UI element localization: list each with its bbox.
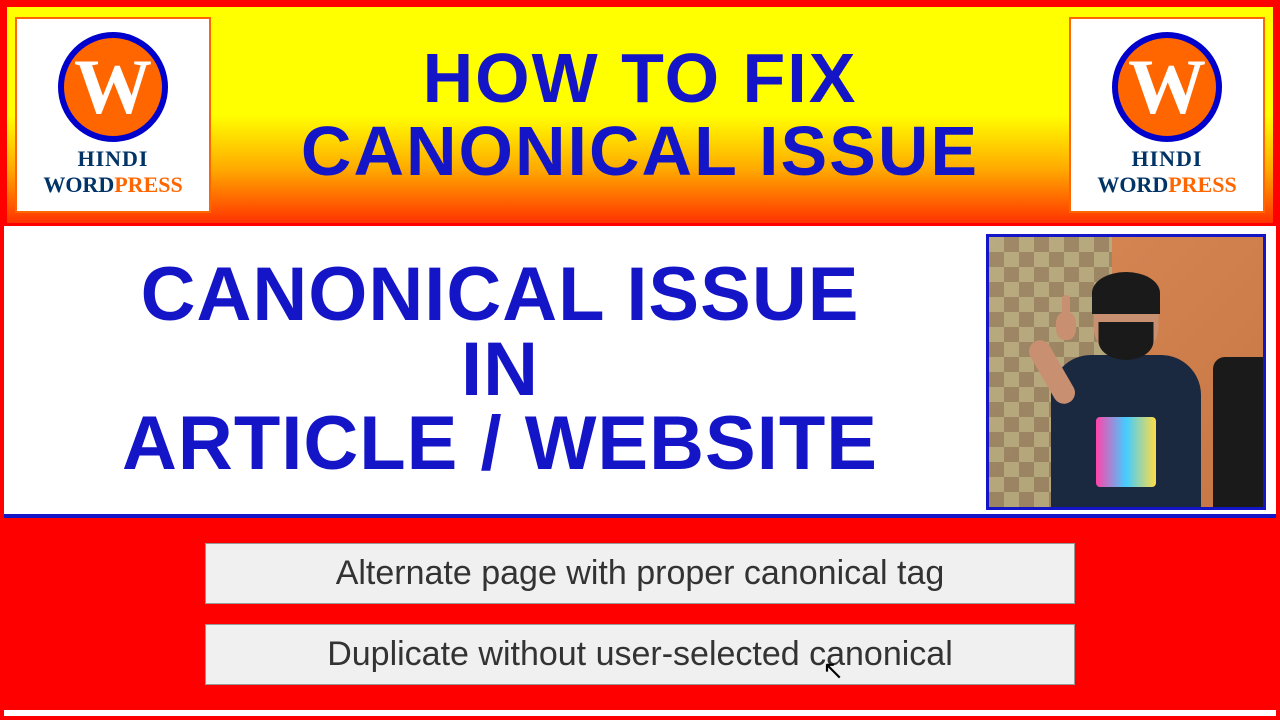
top-banner: W HINDI WORDPRESS HOW TO FIX CANONICAL I…	[4, 4, 1276, 226]
banner-title: HOW TO FIX CANONICAL ISSUE	[211, 42, 1069, 189]
logo-text-hindi: HINDI	[1131, 146, 1202, 172]
middle-title: CANONICAL ISSUE IN ARTICLE / WEBSITE	[4, 226, 986, 514]
logo-left: W HINDI WORDPRESS	[15, 17, 211, 213]
middle-line-2: IN	[461, 333, 539, 407]
middle-line-3: ARTICLE / WEBSITE	[122, 407, 878, 481]
banner-line-2: CANONICAL ISSUE	[211, 115, 1069, 189]
wordpress-icon: W	[58, 32, 168, 142]
logo-text-wordpress: WORDPRESS	[43, 172, 182, 198]
cursor-icon: ↖	[822, 655, 844, 686]
middle-section: CANONICAL ISSUE IN ARTICLE / WEBSITE	[4, 226, 1276, 518]
banner-line-1: HOW TO FIX	[211, 42, 1069, 116]
logo-text-hindi: HINDI	[77, 146, 148, 172]
wordpress-icon: W	[1112, 32, 1222, 142]
logo-text-wordpress: WORDPRESS	[1097, 172, 1236, 198]
message-bar-1: Alternate page with proper canonical tag	[205, 543, 1075, 604]
logo-right: W HINDI WORDPRESS	[1069, 17, 1265, 213]
bottom-section: Alternate page with proper canonical tag…	[4, 518, 1276, 710]
presenter-photo	[986, 234, 1266, 510]
message-bar-2: Duplicate without user-selected canonica…	[205, 624, 1075, 685]
middle-line-1: CANONICAL ISSUE	[141, 258, 860, 332]
